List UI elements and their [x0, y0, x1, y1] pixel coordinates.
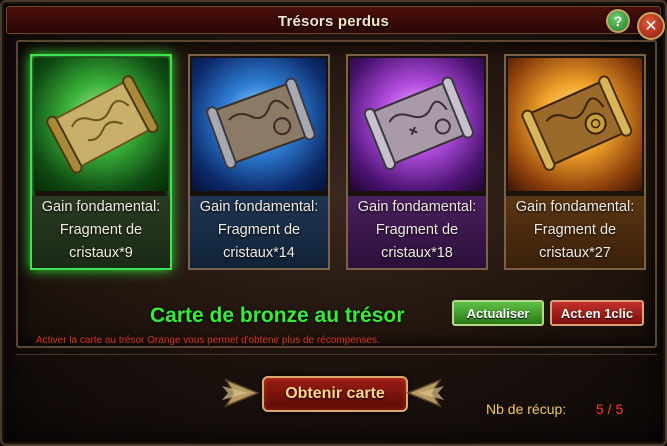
title-bar: Trésors perdus — [6, 6, 661, 34]
reward-item: Fragment de — [59, 222, 143, 238]
ornament-wing-icon — [406, 378, 444, 408]
quick-refresh-button[interactable]: Act.en 1clic — [550, 300, 644, 326]
treasure-map-icon — [363, 76, 474, 171]
current-map-name: Carte de bronze au trésor — [150, 304, 405, 327]
close-button[interactable]: ✕ — [637, 12, 665, 40]
card-reward-text: Gain fondamental: Fragment de cristaux*9 — [32, 196, 170, 268]
treasure-card-purple[interactable]: Gain fondamental: Fragment de cristaux*1… — [346, 54, 488, 270]
close-icon: ✕ — [644, 18, 658, 35]
card-art — [34, 58, 168, 191]
reward-item: Fragment de — [375, 222, 459, 238]
treasure-map-icon — [206, 77, 316, 170]
card-reward-text: Gain fondamental: Fragment de cristaux*1… — [190, 196, 328, 268]
activation-info-text: Activer la carte au trésor Orange vous p… — [36, 335, 380, 346]
reward-label: Gain fondamental: — [515, 199, 635, 215]
reward-label: Gain fondamental: — [199, 199, 319, 215]
collect-count-label: Nb de récup: — [486, 401, 567, 417]
treasure-card-blue[interactable]: Gain fondamental: Fragment de cristaux*1… — [188, 54, 330, 270]
reward-amount: cristaux*18 — [381, 245, 453, 261]
reward-amount: cristaux*14 — [223, 245, 295, 261]
treasure-card-green[interactable]: Gain fondamental: Fragment de cristaux*9 — [30, 54, 172, 270]
reward-amount: cristaux*27 — [539, 245, 611, 261]
card-art — [192, 58, 326, 191]
question-mark-icon: ? — [613, 13, 623, 29]
help-button[interactable]: ? — [606, 9, 630, 33]
refresh-button[interactable]: Actualiser — [452, 300, 544, 326]
reward-item: Fragment de — [533, 222, 617, 238]
window-title: Trésors perdus — [277, 13, 390, 30]
obtain-map-button[interactable]: Obtenir carte — [262, 376, 408, 412]
treasure-map-icon — [46, 75, 159, 174]
reward-label: Gain fondamental: — [357, 199, 477, 215]
card-reward-text: Gain fondamental: Fragment de cristaux*1… — [348, 196, 486, 268]
reward-label: Gain fondamental: — [41, 199, 161, 215]
reward-item: Fragment de — [217, 222, 301, 238]
collect-count-value: 5 / 5 — [596, 401, 624, 417]
treasure-card-orange[interactable]: Gain fondamental: Fragment de cristaux*2… — [504, 54, 646, 270]
reward-amount: cristaux*9 — [69, 245, 133, 261]
ornament-wing-icon — [222, 378, 260, 408]
card-art — [508, 58, 642, 191]
card-art — [350, 58, 484, 191]
treasure-map-icon — [521, 75, 633, 171]
lost-treasures-window: Trésors perdus ? ✕ Gain fondamental: Fra… — [0, 0, 667, 446]
treasure-panel: Gain fondamental: Fragment de cristaux*9 — [16, 40, 657, 348]
card-reward-text: Gain fondamental: Fragment de cristaux*2… — [506, 196, 644, 268]
